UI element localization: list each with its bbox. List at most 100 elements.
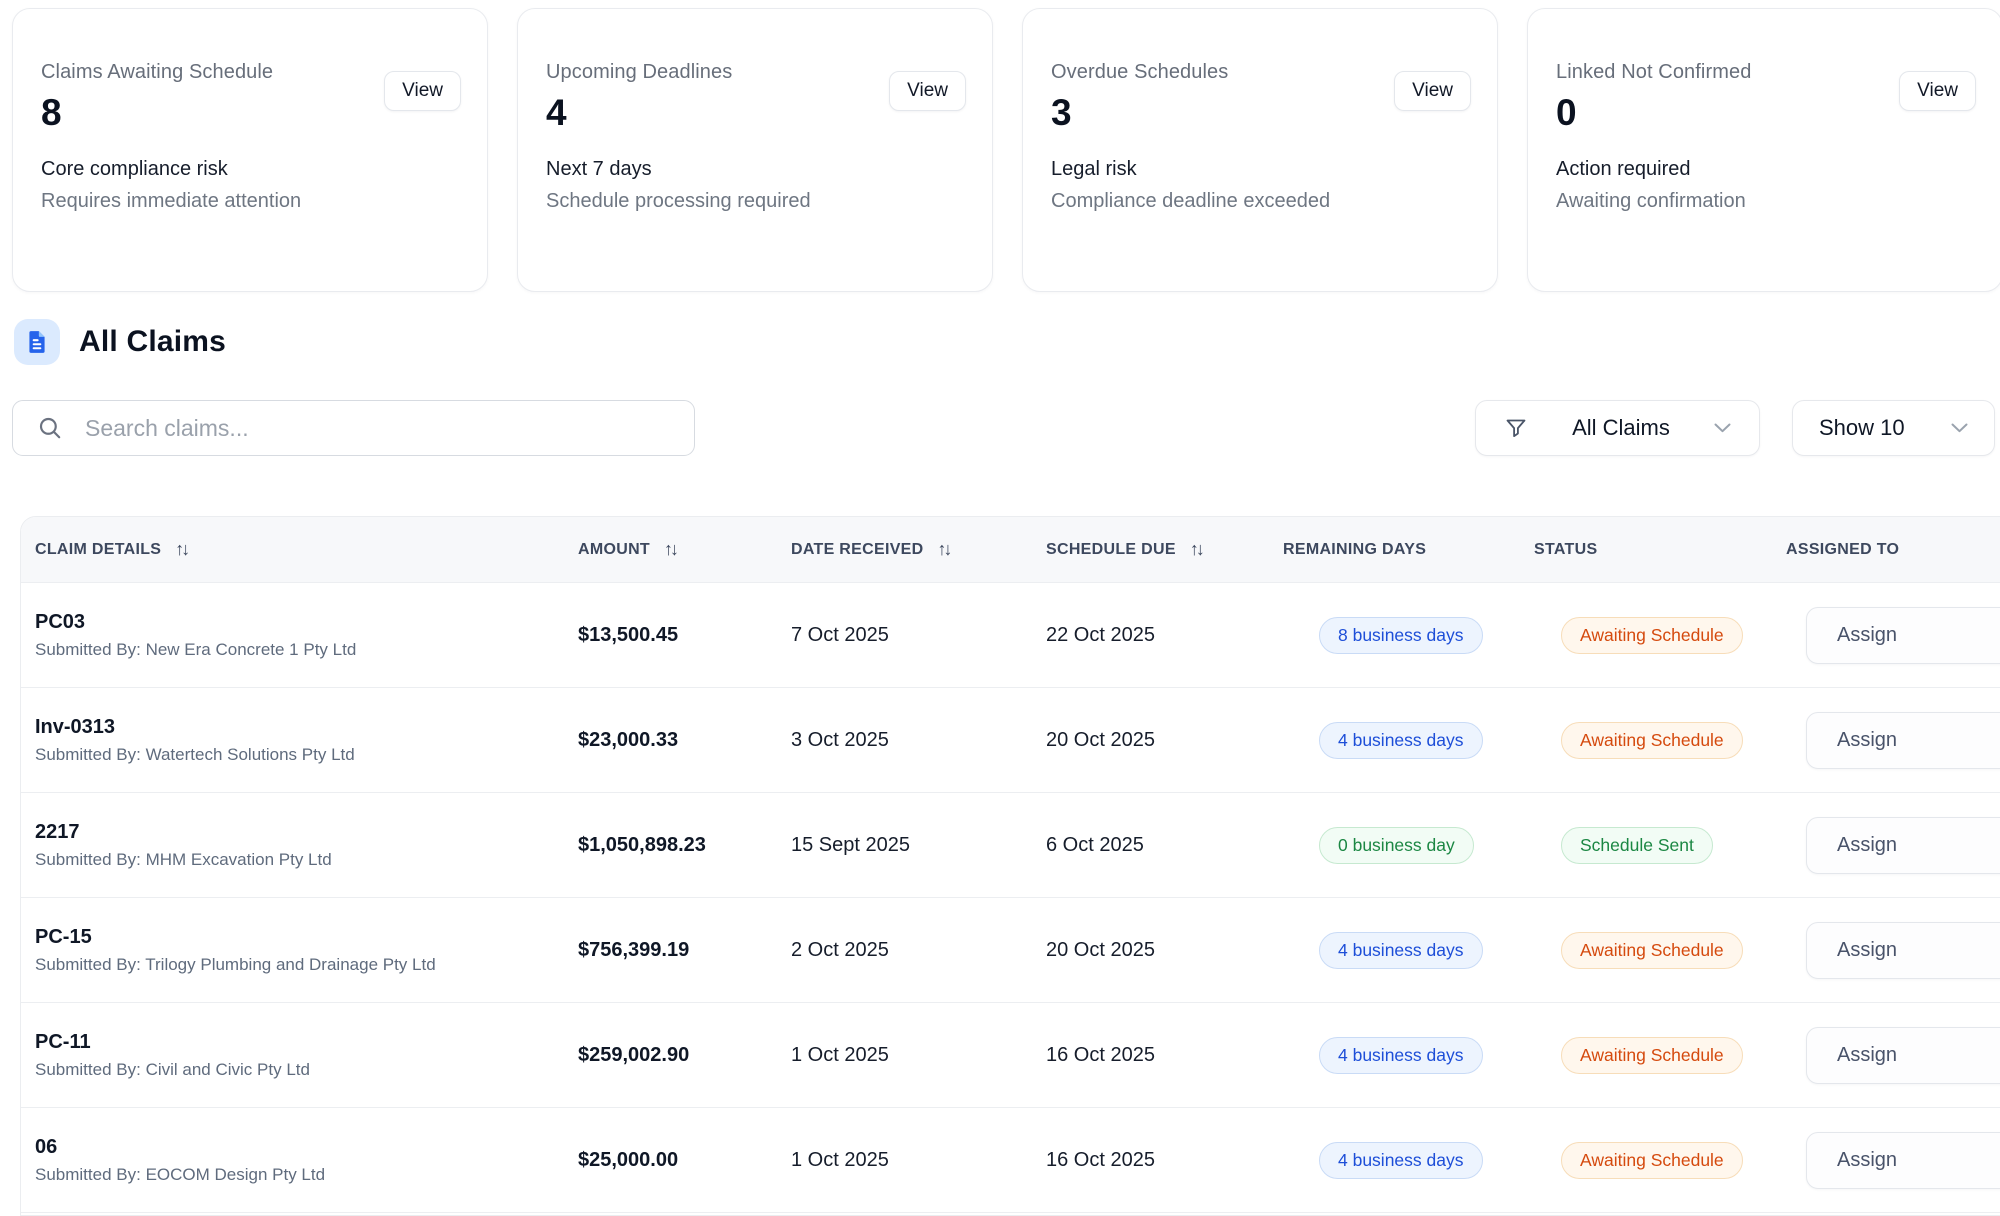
- claim-details-cell: 2217 Submitted By: MHM Excavation Pty Lt…: [21, 821, 578, 870]
- column-header: REMAINING DAYS: [1283, 541, 1534, 559]
- status-badge: Schedule Sent: [1561, 827, 1713, 864]
- assign-button[interactable]: Assign: [1806, 607, 2000, 664]
- column-header: STATUS: [1534, 541, 1786, 559]
- table-body: PC03 Submitted By: New Era Concrete 1 Pt…: [21, 583, 2000, 1213]
- schedule-due-cell: 20 Oct 2025: [1046, 939, 1283, 962]
- column-header-label: SCHEDULE DUE: [1046, 541, 1176, 559]
- claim-submitted-by: Submitted By: New Era Concrete 1 Pty Ltd: [35, 640, 578, 660]
- filter-icon: [1504, 416, 1528, 440]
- date-received-cell: 15 Sept 2025: [791, 834, 1046, 857]
- column-header: DATE RECEIVED ↑↓: [791, 539, 1046, 560]
- card-subtitle: Next 7 days: [546, 158, 964, 181]
- remaining-days-badge: 4 business days: [1319, 722, 1483, 759]
- column-header-label: REMAINING DAYS: [1283, 541, 1426, 559]
- claim-id: Inv-0313: [35, 716, 578, 739]
- claim-submitted-by: Submitted By: Watertech Solutions Pty Lt…: [35, 745, 578, 765]
- date-received-cell: 1 Oct 2025: [791, 1044, 1046, 1067]
- table-header-row: CLAIM DETAILS ↑↓ AMOUNT ↑↓ DATE RECEIVED…: [21, 517, 2000, 583]
- view-button[interactable]: View: [1899, 71, 1976, 111]
- amount-cell: $1,050,898.23: [578, 834, 791, 857]
- summary-card: Upcoming Deadlines 4 Next 7 days Schedul…: [517, 8, 993, 292]
- claim-id: 06: [35, 1136, 578, 1159]
- claim-details-cell: Inv-0313 Submitted By: Watertech Solutio…: [21, 716, 578, 765]
- page-size-dropdown[interactable]: Show 10: [1792, 400, 1995, 456]
- date-received-cell: 2 Oct 2025: [791, 939, 1046, 962]
- amount-cell: $259,002.90: [578, 1044, 791, 1067]
- card-description: Awaiting confirmation: [1556, 190, 1974, 213]
- view-button[interactable]: View: [889, 71, 966, 111]
- table-row: PC-15 Submitted By: Trilogy Plumbing and…: [21, 898, 2000, 1003]
- column-header-label: DATE RECEIVED: [791, 541, 924, 559]
- summary-card: Claims Awaiting Schedule 8 Core complian…: [12, 8, 488, 292]
- remaining-days-badge: 4 business days: [1319, 1037, 1483, 1074]
- assign-button[interactable]: Assign: [1806, 712, 2000, 769]
- column-header: ASSIGNED TO: [1786, 541, 2000, 559]
- assign-button[interactable]: Assign: [1806, 1132, 2000, 1189]
- filter-dropdown[interactable]: All Claims: [1475, 400, 1760, 456]
- status-badge: Awaiting Schedule: [1561, 1142, 1743, 1179]
- claim-id: PC03: [35, 611, 578, 634]
- assign-button[interactable]: Assign: [1806, 817, 2000, 874]
- document-icon: [14, 319, 60, 365]
- claim-details-cell: PC03 Submitted By: New Era Concrete 1 Pt…: [21, 611, 578, 660]
- sort-icon[interactable]: ↑↓: [664, 539, 676, 560]
- table-row: PC-11 Submitted By: Civil and Civic Pty …: [21, 1003, 2000, 1108]
- claim-submitted-by: Submitted By: Trilogy Plumbing and Drain…: [35, 955, 578, 975]
- table-row: Inv-0313 Submitted By: Watertech Solutio…: [21, 688, 2000, 793]
- claim-submitted-by: Submitted By: MHM Excavation Pty Ltd: [35, 850, 578, 870]
- section-header: All Claims: [14, 319, 226, 365]
- sort-icon[interactable]: ↑↓: [1190, 539, 1202, 560]
- column-header: AMOUNT ↑↓: [578, 539, 791, 560]
- date-received-cell: 7 Oct 2025: [791, 624, 1046, 647]
- status-badge: Awaiting Schedule: [1561, 617, 1743, 654]
- column-header-label: STATUS: [1534, 541, 1597, 559]
- claims-table: CLAIM DETAILS ↑↓ AMOUNT ↑↓ DATE RECEIVED…: [20, 516, 2000, 1216]
- remaining-days-badge: 8 business days: [1319, 617, 1483, 654]
- page-title: All Claims: [79, 325, 226, 359]
- search-input[interactable]: [85, 415, 670, 442]
- search-icon: [37, 415, 63, 441]
- schedule-due-cell: 22 Oct 2025: [1046, 624, 1283, 647]
- amount-cell: $13,500.45: [578, 624, 791, 647]
- status-badge: Awaiting Schedule: [1561, 1037, 1743, 1074]
- card-subtitle: Legal risk: [1051, 158, 1469, 181]
- claim-details-cell: 06 Submitted By: EOCOM Design Pty Ltd: [21, 1136, 578, 1185]
- card-subtitle: Core compliance risk: [41, 158, 459, 181]
- claim-details-cell: PC-15 Submitted By: Trilogy Plumbing and…: [21, 926, 578, 975]
- table-row: 2217 Submitted By: MHM Excavation Pty Lt…: [21, 793, 2000, 898]
- claim-details-cell: PC-11 Submitted By: Civil and Civic Pty …: [21, 1031, 578, 1080]
- sort-icon[interactable]: ↑↓: [938, 539, 950, 560]
- column-header-label: CLAIM DETAILS: [35, 541, 161, 559]
- date-received-cell: 1 Oct 2025: [791, 1149, 1046, 1172]
- schedule-due-cell: 16 Oct 2025: [1046, 1149, 1283, 1172]
- claim-submitted-by: Submitted By: EOCOM Design Pty Ltd: [35, 1165, 578, 1185]
- column-header-label: ASSIGNED TO: [1786, 541, 1899, 559]
- remaining-days-badge: 0 business day: [1319, 827, 1474, 864]
- amount-cell: $756,399.19: [578, 939, 791, 962]
- summary-cards: Claims Awaiting Schedule 8 Core complian…: [12, 8, 2000, 292]
- column-header: CLAIM DETAILS ↑↓: [21, 539, 578, 560]
- assign-button[interactable]: Assign: [1806, 922, 2000, 979]
- amount-cell: $23,000.33: [578, 729, 791, 752]
- assign-button[interactable]: Assign: [1806, 1027, 2000, 1084]
- schedule-due-cell: 20 Oct 2025: [1046, 729, 1283, 752]
- summary-card: Overdue Schedules 3 Legal risk Complianc…: [1022, 8, 1498, 292]
- schedule-due-cell: 16 Oct 2025: [1046, 1044, 1283, 1067]
- claim-id: PC-15: [35, 926, 578, 949]
- view-button[interactable]: View: [1394, 71, 1471, 111]
- schedule-due-cell: 6 Oct 2025: [1046, 834, 1283, 857]
- table-row: 06 Submitted By: EOCOM Design Pty Ltd $2…: [21, 1108, 2000, 1213]
- claim-id: 2217: [35, 821, 578, 844]
- card-description: Compliance deadline exceeded: [1051, 190, 1469, 213]
- card-description: Requires immediate attention: [41, 190, 459, 213]
- search-box: [12, 400, 695, 456]
- remaining-days-badge: 4 business days: [1319, 932, 1483, 969]
- sort-icon[interactable]: ↑↓: [175, 539, 187, 560]
- column-header-label: AMOUNT: [578, 541, 650, 559]
- table-row: PC03 Submitted By: New Era Concrete 1 Pt…: [21, 583, 2000, 688]
- view-button[interactable]: View: [384, 71, 461, 111]
- date-received-cell: 3 Oct 2025: [791, 729, 1046, 752]
- chevron-down-icon: [1951, 423, 1968, 433]
- filter-selected-value: All Claims: [1572, 415, 1670, 441]
- status-badge: Awaiting Schedule: [1561, 932, 1743, 969]
